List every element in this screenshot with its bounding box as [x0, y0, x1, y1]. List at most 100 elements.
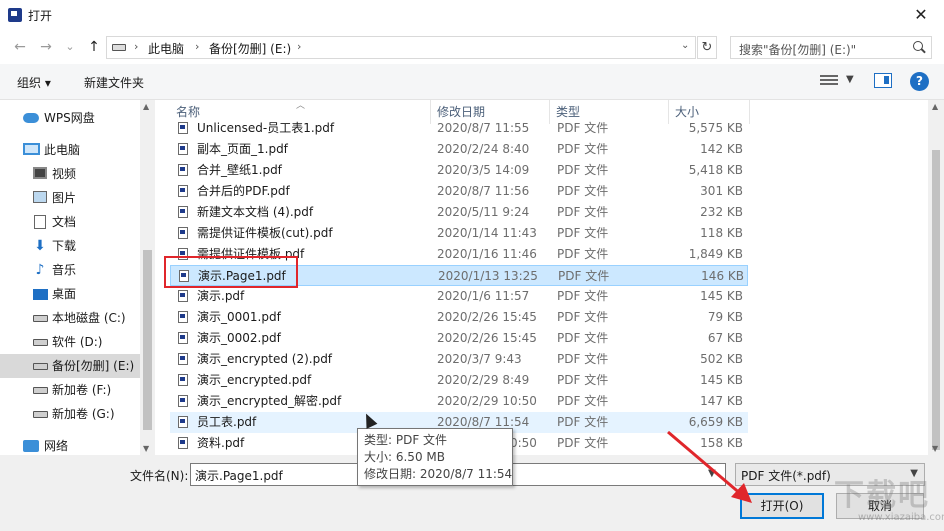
- new-folder-button[interactable]: 新建文件夹: [84, 74, 144, 91]
- sidebar-item-label: 软件 (D:): [52, 335, 103, 349]
- drive-icon: [33, 315, 48, 322]
- scrollbar-thumb[interactable]: [932, 150, 940, 450]
- breadcrumb-separator[interactable]: ›: [195, 40, 199, 53]
- view-options-icon[interactable]: [820, 75, 838, 88]
- table-row[interactable]: 演示_0001.pdf 2020/2/26 15:45 PDF 文件 79 KB: [170, 307, 748, 328]
- address-dropdown-icon[interactable]: ⌄: [681, 40, 689, 51]
- table-row[interactable]: 演示_encrypted_解密.pdf 2020/2/29 10:50 PDF 文件…: [170, 391, 748, 412]
- sidebar-item-drive-g[interactable]: 新加卷 (G:): [0, 402, 152, 426]
- file-date: 2020/8/7 11:55: [437, 121, 530, 135]
- file-name: Unlicensed-员工表1.pdf: [197, 121, 335, 135]
- file-type: PDF 文件: [557, 331, 609, 345]
- file-size: 146 KB: [701, 269, 744, 283]
- file-date: 2020/2/29 10:50: [437, 394, 537, 408]
- scroll-up-icon[interactable]: ▲: [143, 102, 149, 111]
- address-bar[interactable]: › 此电脑 › 备份[勿删] (E:) › ⌄: [106, 36, 696, 59]
- filename-dropdown-icon[interactable]: ▼: [708, 468, 716, 479]
- scroll-down-icon[interactable]: ▼: [932, 444, 938, 453]
- file-type: PDF 文件: [557, 436, 609, 450]
- recent-locations-icon[interactable]: ⌄: [60, 38, 80, 56]
- close-button[interactable]: ✕: [898, 0, 944, 30]
- table-row[interactable]: 演示_encrypted.pdf 2020/2/29 8:49 PDF 文件 145 …: [170, 370, 748, 391]
- column-divider[interactable]: [749, 100, 750, 124]
- computer-icon: [23, 143, 40, 155]
- sidebar-item-documents[interactable]: 文档: [0, 210, 152, 234]
- search-icon[interactable]: [913, 41, 923, 51]
- file-date: 2020/2/26 15:45: [437, 310, 537, 324]
- sidebar-item-label: WPS网盘: [44, 111, 95, 125]
- table-row[interactable]: 合并_壁纸1.pdf 2020/3/5 14:09 PDF 文件 5,418 KB: [170, 160, 748, 181]
- table-row[interactable]: 演示_encrypted (2).pdf 2020/3/7 9:43 PDF 文件 5…: [170, 349, 748, 370]
- sidebar-item-music[interactable]: ♪ 音乐: [0, 258, 152, 282]
- file-size: 79 KB: [707, 310, 743, 324]
- sidebar-item-drive-c[interactable]: 本地磁盘 (C:): [0, 306, 152, 330]
- sidebar-item-desktop[interactable]: 桌面: [0, 282, 152, 306]
- file-date: 2020/8/7 11:56: [437, 184, 530, 198]
- sidebar-item-this-pc[interactable]: 此电脑: [0, 138, 152, 162]
- sidebar-item-drive-e[interactable]: 备份[勿删] (E:): [0, 354, 152, 378]
- window-title: 打开: [28, 9, 53, 23]
- file-type: PDF 文件: [557, 352, 609, 366]
- view-dropdown-icon[interactable]: ▼: [846, 74, 854, 85]
- scrollbar-thumb[interactable]: [143, 250, 152, 430]
- sidebar-scrollbar[interactable]: ▲ ▼: [140, 100, 155, 455]
- sidebar-item-videos[interactable]: 视频: [0, 162, 152, 186]
- file-date: 2020/1/14 11:43: [437, 226, 537, 240]
- table-row[interactable]: 演示.pdf 2020/1/6 11:57 PDF 文件 145 KB: [170, 286, 748, 307]
- pdf-file-icon: [178, 227, 188, 239]
- table-row[interactable]: 需提供证件模板(cut).pdf 2020/1/14 11:43 PDF 文件 118…: [170, 223, 748, 244]
- sidebar-item-label: 此电脑: [44, 143, 81, 157]
- pdf-file-icon: [178, 143, 188, 155]
- table-row[interactable]: 演示_0002.pdf 2020/2/26 15:45 PDF 文件 67 KB: [170, 328, 748, 349]
- refresh-icon[interactable]: ↻: [697, 36, 717, 59]
- scroll-down-icon[interactable]: ▼: [143, 444, 149, 453]
- file-type: PDF 文件: [557, 247, 609, 261]
- file-size: 5,575 KB: [688, 121, 743, 135]
- file-date: 2020/5/11 9:24: [437, 205, 530, 219]
- file-type: PDF 文件: [557, 205, 609, 219]
- organize-button[interactable]: 组织 ▾: [17, 74, 51, 91]
- breadcrumb-separator[interactable]: ›: [134, 40, 138, 53]
- filename-label: 文件名(N):: [130, 469, 189, 483]
- forward-arrow-icon[interactable]: →: [36, 38, 56, 56]
- table-row[interactable]: 合并后的PDF.pdf 2020/8/7 11:56 PDF 文件 301 KB: [170, 181, 748, 202]
- scroll-up-icon[interactable]: ▲: [932, 102, 938, 111]
- file-name: 合并后的PDF.pdf: [197, 184, 290, 198]
- watermark-logo: 下载吧: [834, 478, 930, 513]
- table-row[interactable]: 新建文本文档 (4).pdf 2020/5/11 9:24 PDF 文件 232 KB: [170, 202, 748, 223]
- file-list-scrollbar[interactable]: ▲ ▼: [928, 100, 944, 455]
- file-type: PDF 文件: [557, 415, 609, 429]
- file-size: 142 KB: [700, 142, 743, 156]
- sidebar-item-label: 新加卷 (F:): [52, 383, 112, 397]
- file-name: 演示_encrypted.pdf: [197, 373, 312, 387]
- file-type: PDF 文件: [557, 226, 609, 240]
- table-row[interactable]: 副本_页面_1.pdf 2020/2/24 8:40 PDF 文件 142 KB: [170, 139, 748, 160]
- file-type: PDF 文件: [557, 142, 609, 156]
- file-type: PDF 文件: [557, 373, 609, 387]
- breadcrumb-this-pc[interactable]: 此电脑: [148, 40, 184, 57]
- app-icon: [8, 8, 22, 22]
- pdf-file-icon: [178, 374, 188, 386]
- sidebar-item-wps-cloud[interactable]: WPS网盘: [0, 106, 152, 130]
- sidebar-item-label: 下载: [52, 239, 77, 253]
- preview-pane-icon[interactable]: [874, 73, 892, 88]
- help-icon[interactable]: ?: [910, 72, 929, 91]
- sidebar-item-downloads[interactable]: ⬇ 下载: [0, 234, 152, 258]
- file-date: 2020/1/16 11:46: [437, 247, 537, 261]
- file-type: PDF 文件: [557, 310, 609, 324]
- breadcrumb-separator[interactable]: ›: [297, 40, 301, 53]
- back-arrow-icon[interactable]: ←: [10, 38, 30, 56]
- search-input[interactable]: 搜索"备份[勿删] (E:)": [730, 36, 932, 59]
- sidebar-item-pictures[interactable]: 图片: [0, 186, 152, 210]
- sidebar-item-drive-f[interactable]: 新加卷 (F:): [0, 378, 152, 402]
- open-button[interactable]: 打开(O): [740, 493, 824, 519]
- table-row[interactable]: Unlicensed-员工表1.pdf 2020/8/7 11:55 PDF 文件 5…: [170, 118, 748, 139]
- file-name: 演示_0001.pdf: [197, 310, 281, 324]
- up-arrow-icon[interactable]: ↑: [84, 38, 104, 56]
- sidebar-item-label: 图片: [52, 191, 77, 205]
- sidebar-item-drive-d[interactable]: 软件 (D:): [0, 330, 152, 354]
- drive-icon: [33, 411, 48, 418]
- file-date: 2020/1/13 13:25: [438, 269, 538, 283]
- breadcrumb-drive-e[interactable]: 备份[勿删] (E:): [209, 40, 291, 57]
- cloud-icon: [23, 113, 39, 123]
